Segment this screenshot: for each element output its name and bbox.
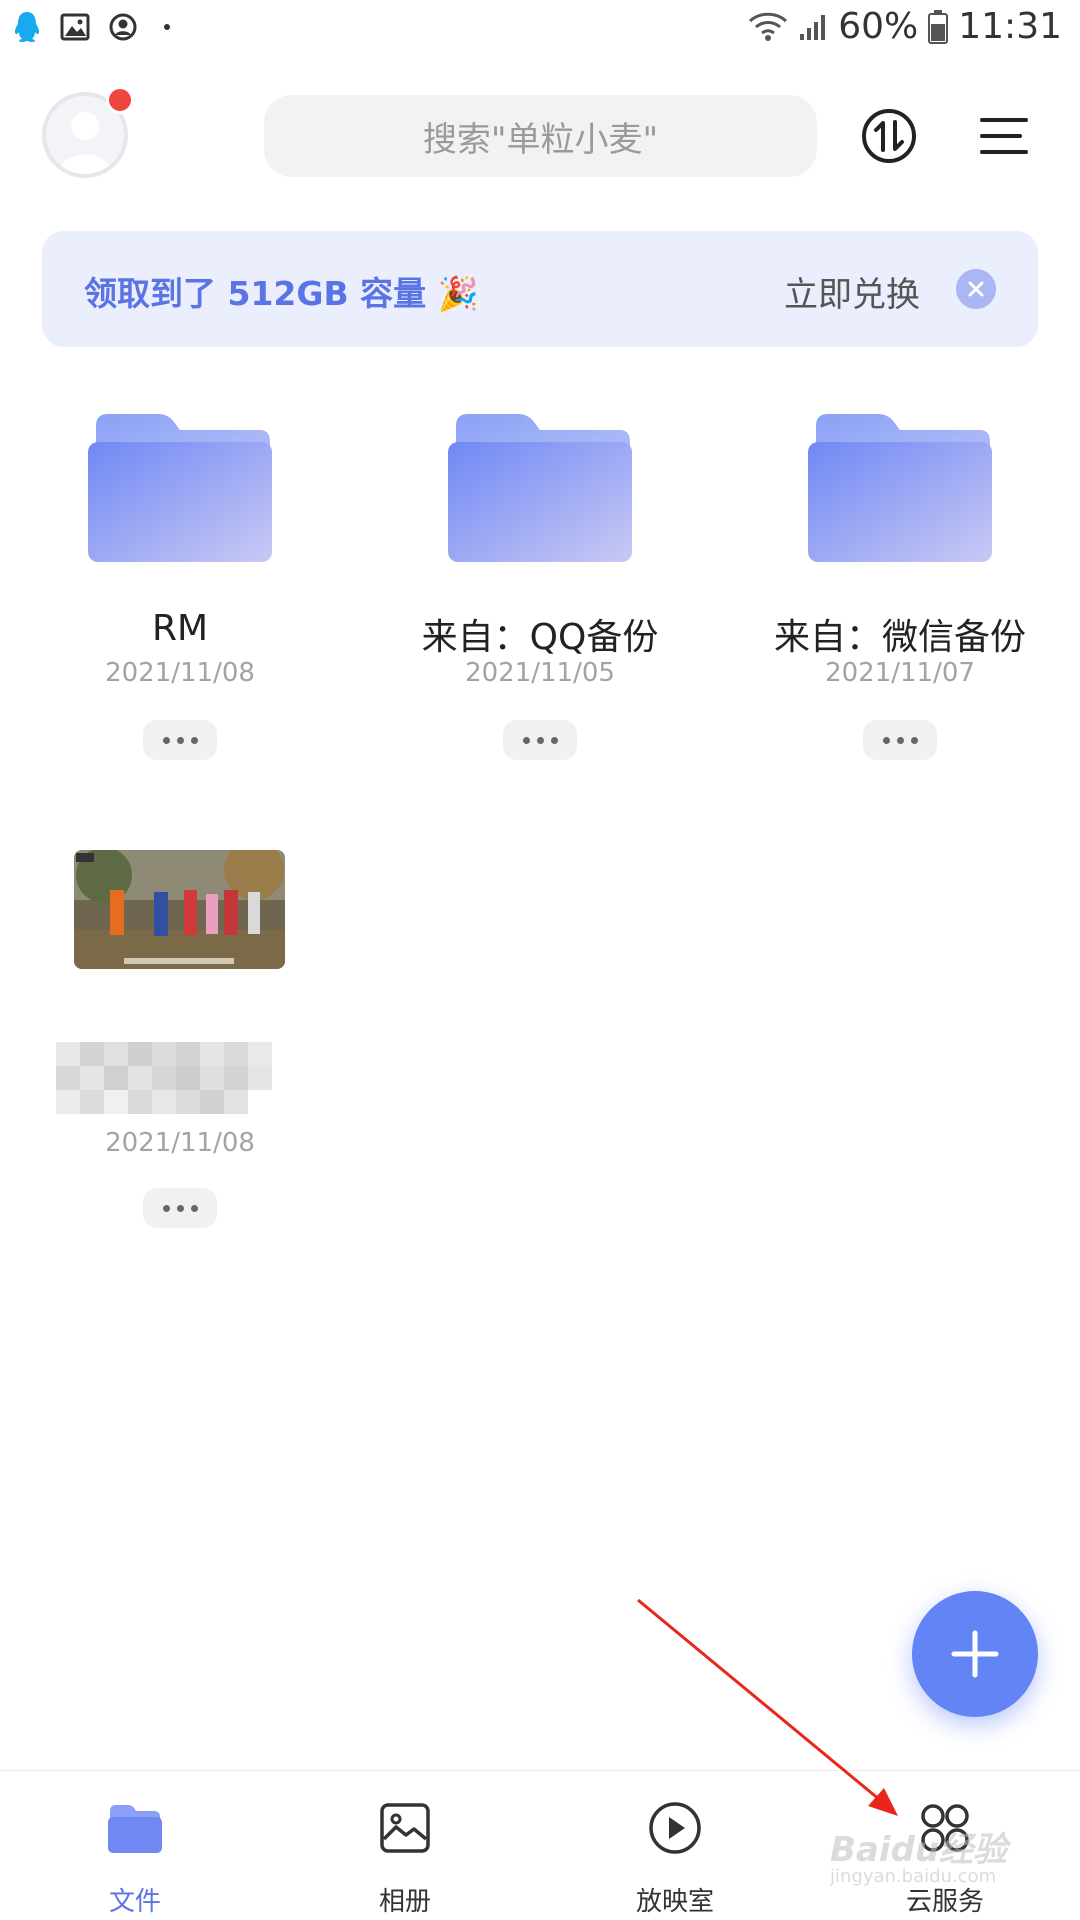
nav-item-files[interactable]: 文件 bbox=[35, 1771, 235, 1920]
gallery-notification-icon bbox=[60, 13, 90, 41]
video-name-blurred bbox=[56, 1034, 308, 1120]
folder-name: RM bbox=[151, 608, 209, 649]
more-options-button[interactable] bbox=[143, 1188, 217, 1228]
folder-name: 来自：微信备份 bbox=[773, 617, 1026, 658]
notification-badge bbox=[106, 86, 134, 114]
search-placeholder: 搜索"单粒小麦" bbox=[422, 119, 659, 160]
folder-item[interactable]: RM 2021/11/08 bbox=[30, 400, 330, 770]
account-notification-icon bbox=[109, 13, 137, 41]
folder-icon bbox=[88, 414, 272, 562]
more-options-button[interactable] bbox=[143, 720, 217, 760]
signal-icon bbox=[800, 14, 826, 40]
add-button[interactable] bbox=[912, 1591, 1038, 1717]
nav-label-theater: 放映室 bbox=[635, 1887, 714, 1917]
video-thumbnail[interactable] bbox=[74, 850, 285, 969]
folder-name: 来自：QQ备份 bbox=[421, 617, 659, 658]
play-icon bbox=[649, 1802, 701, 1854]
more-options-button[interactable] bbox=[863, 720, 937, 760]
transfer-icon[interactable] bbox=[859, 106, 919, 166]
nav-item-album[interactable]: 相册 bbox=[305, 1771, 505, 1920]
clock: 11:31 bbox=[958, 6, 1062, 47]
redeem-now-link[interactable]: 立即兑换 bbox=[784, 267, 920, 316]
more-options-button[interactable] bbox=[503, 720, 577, 760]
folder-icon bbox=[808, 414, 992, 562]
status-left-icons bbox=[12, 10, 170, 44]
folder-icon bbox=[108, 1805, 162, 1853]
baidu-watermark-url: jingyan.baidu.com bbox=[830, 1866, 997, 1887]
battery-icon bbox=[928, 9, 949, 44]
promo-text: 领取到了 512GB 容量 🎉 bbox=[84, 274, 479, 313]
folder-date: 2021/11/05 bbox=[465, 658, 615, 688]
folder-icon bbox=[448, 414, 632, 562]
nav-label-files: 文件 bbox=[108, 1887, 161, 1917]
folder-item[interactable]: 来自：QQ备份 2021/11/05 bbox=[390, 400, 690, 770]
nav-item-theater[interactable]: 放映室 bbox=[575, 1771, 775, 1920]
baidu-watermark: Baidu经验 bbox=[830, 1830, 1008, 1870]
folder-date: 2021/11/08 bbox=[105, 658, 255, 688]
menu-icon[interactable] bbox=[976, 106, 1036, 166]
more-notifications-dot bbox=[164, 24, 170, 30]
search-bar[interactable]: 搜索"单粒小麦" bbox=[264, 95, 817, 177]
folder-date: 2021/11/07 bbox=[825, 658, 975, 688]
close-icon[interactable] bbox=[956, 269, 996, 309]
album-icon bbox=[380, 1803, 430, 1853]
plus-icon bbox=[951, 1630, 999, 1678]
status-right: 60% 11:31 bbox=[748, 6, 1062, 47]
promo-banner[interactable]: 领取到了 512GB 容量 🎉 立即兑换 bbox=[42, 231, 1038, 347]
folder-item[interactable]: 来自：微信备份 2021/11/07 bbox=[750, 400, 1050, 770]
battery-percent: 60% bbox=[838, 6, 919, 47]
status-bar: 60% 11:31 bbox=[0, 0, 1080, 66]
nav-label-album: 相册 bbox=[378, 1887, 431, 1917]
video-date: 2021/11/08 bbox=[105, 1128, 255, 1158]
wifi-icon bbox=[749, 12, 788, 41]
qq-penguin-icon bbox=[14, 12, 40, 42]
video-thumbnail-image bbox=[74, 850, 285, 969]
